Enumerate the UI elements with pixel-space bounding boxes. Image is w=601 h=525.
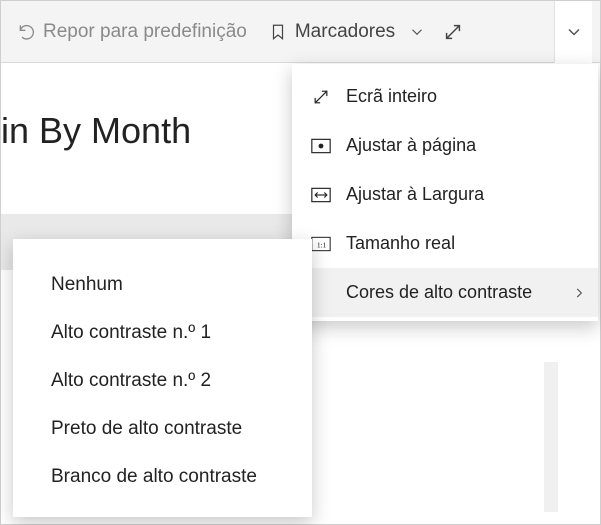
view-options-menu: Ecrã inteiro Ajustar à página Ajustar — [292, 64, 598, 321]
page-title: in By Month — [1, 110, 191, 152]
high-contrast-submenu: Nenhum Alto contraste n.º 1 Alto contras… — [13, 239, 312, 517]
bookmarks-dropdown-caret[interactable] — [403, 23, 431, 41]
submenu-item-label: Alto contraste n.º 1 — [51, 322, 211, 344]
actual-size-icon: 1:1 — [310, 236, 332, 252]
svg-text:1:1: 1:1 — [317, 240, 327, 249]
bookmark-icon — [269, 21, 287, 43]
submenu-item-label: Alto contraste n.º 2 — [51, 370, 211, 392]
vertical-scrollbar[interactable] — [544, 362, 558, 512]
menu-item-label: Ecrã inteiro — [346, 86, 586, 107]
reset-label: Repor para predefinição — [43, 21, 247, 43]
fullscreen-button[interactable] — [439, 21, 467, 43]
view-options-dropdown-button[interactable] — [554, 1, 592, 63]
submenu-item-hc2[interactable]: Alto contraste n.º 2 — [13, 357, 312, 405]
menu-item-label: Ajustar à página — [346, 135, 586, 156]
menu-item-actual-size[interactable]: 1:1 Tamanho real — [292, 219, 598, 268]
menu-item-fit-to-page[interactable]: Ajustar à página — [292, 121, 598, 170]
undo-icon — [17, 22, 37, 42]
fullscreen-icon — [310, 87, 332, 107]
menu-item-fit-to-width[interactable]: Ajustar à Largura — [292, 170, 598, 219]
chevron-down-icon — [564, 22, 584, 42]
menu-item-high-contrast-colors[interactable]: Cores de alto contraste — [292, 268, 598, 317]
chevron-right-icon — [572, 286, 586, 300]
menu-item-label: Ajustar à Largura — [346, 184, 586, 205]
reset-to-default-button[interactable]: Repor para predefinição — [17, 21, 247, 43]
submenu-item-hc1[interactable]: Alto contraste n.º 1 — [13, 309, 312, 357]
submenu-item-hc-white[interactable]: Branco de alto contraste — [13, 453, 312, 501]
submenu-item-hc-black[interactable]: Preto de alto contraste — [13, 405, 312, 453]
fit-page-icon — [310, 138, 332, 154]
menu-item-label: Cores de alto contraste — [346, 282, 558, 303]
fit-width-icon — [310, 187, 332, 203]
menu-item-label: Tamanho real — [346, 233, 586, 254]
submenu-item-label: Preto de alto contraste — [51, 418, 242, 440]
bookmarks-button[interactable]: Marcadores — [269, 21, 395, 43]
submenu-item-none[interactable]: Nenhum — [13, 261, 312, 309]
submenu-item-label: Branco de alto contraste — [51, 466, 257, 488]
submenu-item-label: Nenhum — [51, 274, 123, 296]
app-frame: Repor para predefinição Marcadores — [0, 0, 601, 525]
menu-item-fullscreen[interactable]: Ecrã inteiro — [292, 72, 598, 121]
bookmarks-label: Marcadores — [295, 21, 395, 43]
toolbar: Repor para predefinição Marcadores — [1, 1, 600, 63]
